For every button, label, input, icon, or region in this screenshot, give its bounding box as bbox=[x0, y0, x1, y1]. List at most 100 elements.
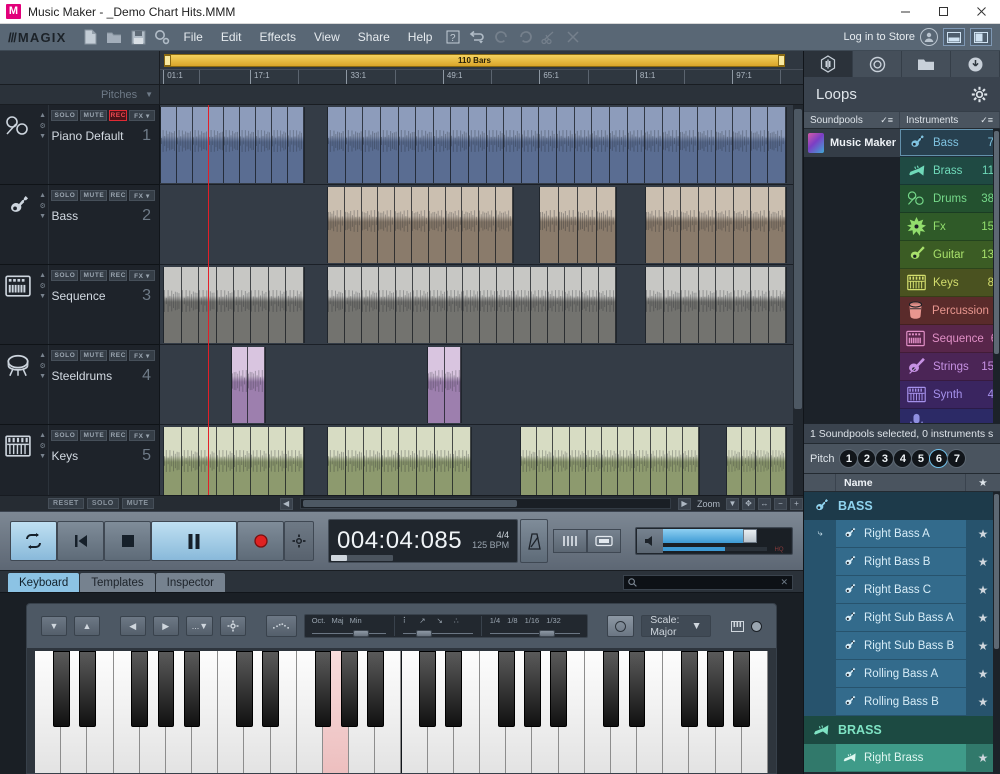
piano-black-key[interactable] bbox=[445, 651, 463, 727]
track-settings-icon[interactable]: ⚙ bbox=[39, 362, 45, 370]
track-lane[interactable] bbox=[160, 425, 803, 495]
audio-clip[interactable] bbox=[327, 107, 787, 183]
piano-black-key[interactable] bbox=[314, 651, 332, 727]
pitch-button-6[interactable]: 6 bbox=[929, 449, 949, 468]
track-up-icon[interactable]: ▲ bbox=[39, 272, 46, 279]
track-rec-button[interactable]: REC bbox=[109, 270, 127, 281]
track-rec-button[interactable]: REC bbox=[109, 110, 127, 121]
zoom-fit-icon[interactable]: ✥ bbox=[742, 497, 755, 510]
speaker-icon[interactable] bbox=[637, 529, 663, 553]
minimize-button[interactable] bbox=[886, 0, 924, 24]
piano-black-key[interactable] bbox=[681, 651, 698, 727]
track-up-icon[interactable]: ▲ bbox=[39, 112, 46, 119]
audio-clip[interactable] bbox=[520, 427, 701, 495]
tab-templates[interactable]: Templates bbox=[80, 573, 155, 592]
loop-drag-handle[interactable]: ⤷ bbox=[804, 520, 836, 547]
record-circle-button[interactable] bbox=[607, 615, 635, 637]
track-down-icon[interactable]: ▼ bbox=[39, 373, 46, 380]
track-settings-icon[interactable]: ⚙ bbox=[39, 202, 45, 210]
instrument-list[interactable]: Bass 7 Brass 11 Drums 38 Fx 15 Guitar 13 Keys 8 Perc… bbox=[900, 129, 1000, 423]
help-question-icon[interactable]: ? bbox=[441, 26, 465, 48]
pitch-button-5[interactable]: 5 bbox=[911, 449, 931, 468]
track-mute-button[interactable]: MUTE bbox=[80, 350, 108, 361]
tab-downloads[interactable] bbox=[951, 51, 1000, 77]
tab-loops[interactable] bbox=[804, 51, 853, 77]
piano-black-key[interactable] bbox=[52, 651, 70, 727]
track-header[interactable]: ▲ ⚙ ▼ SOLO MUTE REC FX ▾ Bass 2 bbox=[0, 185, 159, 265]
instrument-item[interactable]: Synth 4 bbox=[900, 381, 1000, 409]
transport-settings-button[interactable] bbox=[284, 521, 314, 561]
play-pause-button[interactable] bbox=[151, 521, 237, 561]
soundpool-list[interactable]: Music Maker bbox=[804, 129, 900, 423]
loop-name-cell[interactable]: Right Sub Bass B bbox=[836, 632, 966, 659]
track-rec-button[interactable]: REC bbox=[109, 350, 127, 361]
piano-black-key[interactable] bbox=[524, 651, 541, 727]
mixer-faders-icon[interactable] bbox=[553, 529, 587, 553]
loop-button[interactable] bbox=[10, 521, 57, 561]
track-mute-button[interactable]: MUTE bbox=[80, 190, 108, 201]
loop-list-item[interactable]: Right Sub Bass A ★ bbox=[804, 604, 1000, 632]
instrument-item[interactable] bbox=[900, 409, 1000, 423]
column-instruments[interactable]: Instruments ✓≡ bbox=[900, 112, 1000, 128]
arranger-hscroll-thumb[interactable] bbox=[302, 500, 517, 507]
piano-black-key[interactable] bbox=[131, 651, 149, 727]
zoom-in-button[interactable]: + bbox=[790, 497, 803, 510]
track-header[interactable]: ▲ ⚙ ▼ SOLO MUTE REC FX ▾ Piano Default 1 bbox=[0, 105, 159, 185]
audio-clip[interactable] bbox=[725, 427, 787, 495]
track-down-icon[interactable]: ▼ bbox=[39, 293, 46, 300]
piano-black-key[interactable] bbox=[419, 651, 437, 727]
track-down-icon[interactable]: ▼ bbox=[39, 213, 46, 220]
gear-icon[interactable] bbox=[971, 86, 988, 103]
audio-clip[interactable] bbox=[230, 347, 267, 423]
timeline-ruler[interactable]: 110 Bars 01:1 17:1 33:1 49:1 65:1 81:1 97:1 bbox=[160, 51, 803, 84]
loop-list[interactable]: BASS ⤷ Right Bass A ★ Right Bass B ★ Right Bas… bbox=[804, 492, 1000, 774]
maximize-button[interactable] bbox=[924, 0, 962, 24]
master-volume-group[interactable]: HQ bbox=[635, 527, 793, 555]
mini-keyboard-icon[interactable] bbox=[730, 620, 744, 633]
octave-up-button[interactable]: ▲ bbox=[74, 616, 100, 636]
tab-files[interactable] bbox=[902, 51, 951, 77]
pitch-button-1[interactable]: 1 bbox=[839, 449, 859, 468]
layout-split-horizontal-icon[interactable] bbox=[943, 28, 965, 46]
piano-black-key[interactable] bbox=[157, 651, 175, 727]
list-check-icon[interactable]: ✓≡ bbox=[980, 115, 993, 126]
loop-drag-handle[interactable] bbox=[804, 632, 836, 659]
scroll-left-button[interactable]: ◀ bbox=[279, 497, 293, 510]
piano-black-key[interactable] bbox=[602, 651, 620, 727]
loop-handle-left[interactable] bbox=[164, 55, 171, 66]
track-move-arrows[interactable]: ▲ ⚙ ▼ bbox=[37, 185, 49, 264]
account-avatar-icon[interactable] bbox=[920, 28, 938, 46]
bottom-search-field[interactable]: ✕ bbox=[623, 575, 793, 590]
instrument-item[interactable]: Brass 11 bbox=[900, 157, 1000, 185]
track-down-icon[interactable]: ▼ bbox=[39, 453, 46, 460]
piano-black-key[interactable] bbox=[550, 651, 567, 727]
loop-list-item[interactable]: Right Sub Bass B ★ bbox=[804, 632, 1000, 660]
audio-clip[interactable] bbox=[327, 267, 617, 343]
arranger-horizontal-scrollbar[interactable] bbox=[299, 498, 671, 509]
master-volume-slider[interactable] bbox=[663, 529, 767, 553]
instrument-item[interactable]: Bass 7 bbox=[900, 129, 1000, 157]
loop-handle-right[interactable] bbox=[778, 55, 785, 66]
zoom-caret-icon[interactable]: ▼ bbox=[726, 497, 739, 510]
loop-list-item[interactable]: Rolling Bass B ★ bbox=[804, 688, 1000, 716]
instrument-item[interactable]: Sequence6 bbox=[900, 325, 1000, 353]
loop-list-item[interactable]: Rolling Bass A ★ bbox=[804, 660, 1000, 688]
loop-name-cell[interactable]: Right Bass C bbox=[836, 576, 966, 603]
undo-history-icon[interactable] bbox=[465, 26, 489, 48]
instrument-scroll-thumb[interactable] bbox=[994, 131, 999, 355]
track-solo-button[interactable]: SOLO bbox=[51, 110, 79, 121]
settings-gear-icon[interactable] bbox=[150, 26, 174, 48]
track-up-icon[interactable]: ▲ bbox=[39, 432, 46, 439]
tab-keyboard[interactable]: Keyboard bbox=[8, 573, 80, 592]
open-folder-icon[interactable] bbox=[102, 26, 126, 48]
zoom-dropdown[interactable]: Zoom bbox=[694, 499, 723, 509]
loop-name-cell[interactable]: Rolling Bass B bbox=[836, 688, 966, 715]
piano-black-key[interactable] bbox=[707, 651, 725, 727]
zoom-out-button[interactable]: − bbox=[774, 497, 787, 510]
loop-drag-handle[interactable] bbox=[804, 660, 836, 687]
track-solo-button[interactable]: SOLO bbox=[51, 190, 79, 201]
tempo-group[interactable]: 4/4 125 BPM bbox=[472, 530, 509, 551]
articulation-thumb[interactable] bbox=[415, 630, 432, 637]
track-lane[interactable] bbox=[160, 105, 803, 185]
rewind-button[interactable] bbox=[57, 521, 104, 561]
